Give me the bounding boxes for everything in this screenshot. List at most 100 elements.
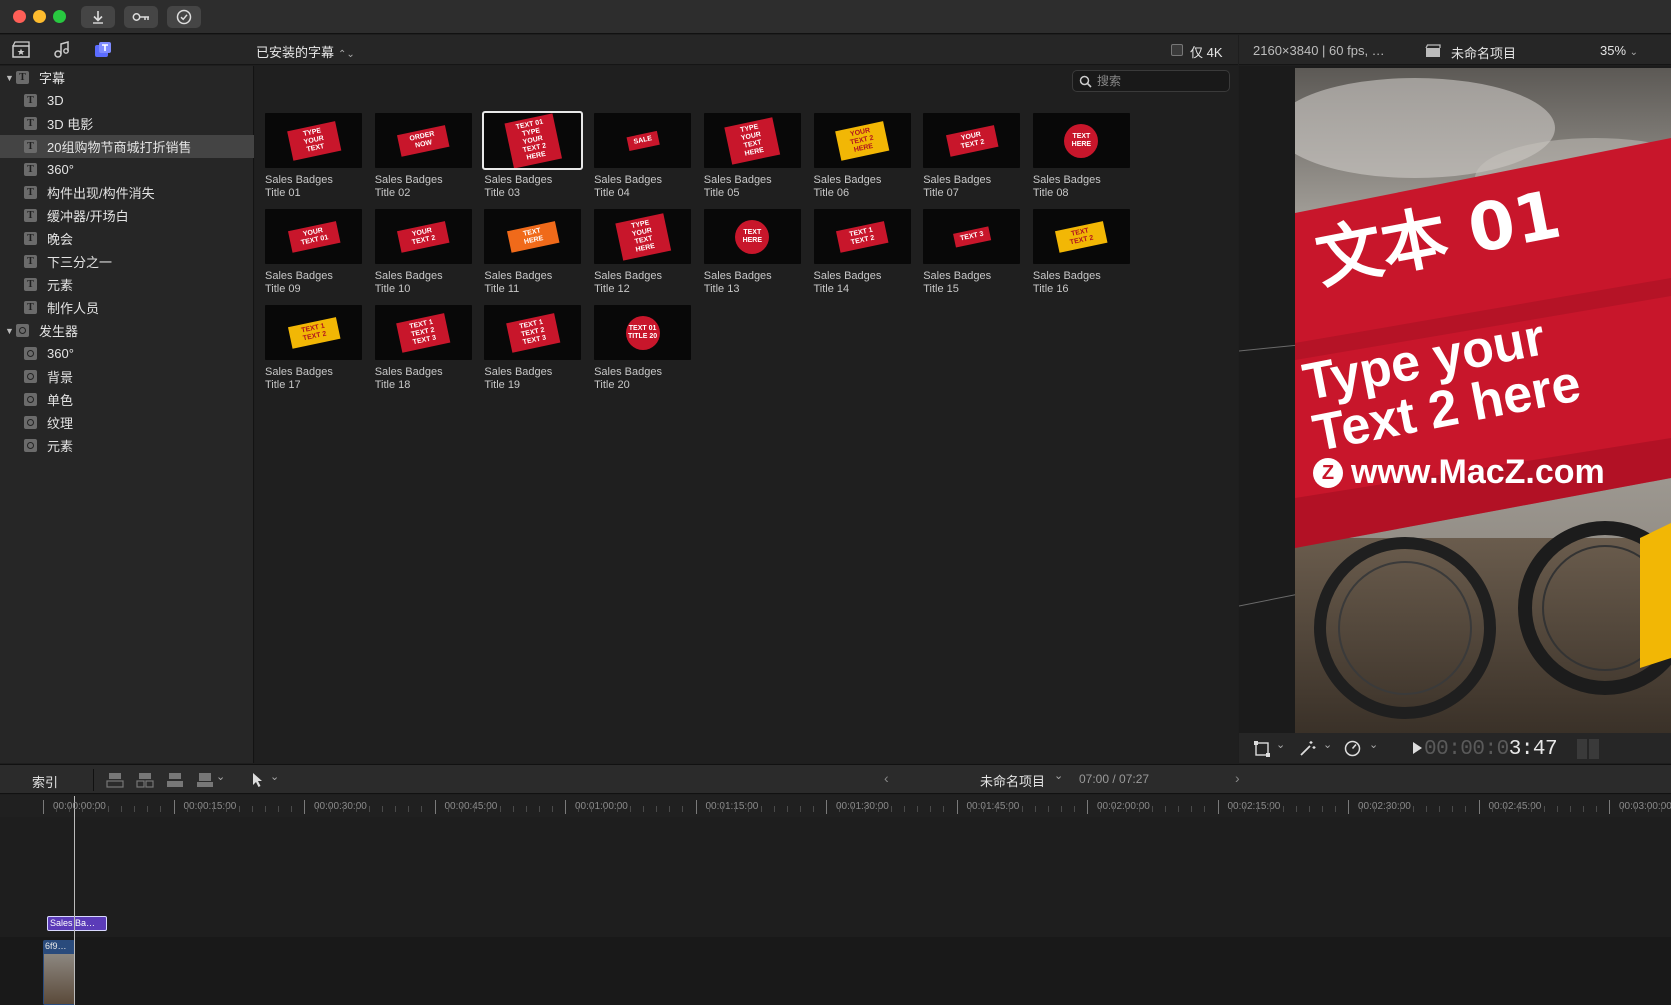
timecode-display[interactable]: 00:00:03:47 [1424,738,1558,761]
ruler-minor-tick [1334,806,1336,812]
sidebar-item-label: 360° [47,162,74,177]
search-field[interactable] [1072,70,1230,92]
select-tool-icon[interactable] [252,772,264,788]
libraries-tab[interactable] [9,40,33,60]
ruler-major-tick [304,800,305,814]
audio-meter [1589,739,1599,759]
ruler-minor-tick [186,806,188,812]
title-tile[interactable]: TEXT 1 TEXT 2 TEXT 3 Sales Badges Title 1… [374,305,473,395]
sidebar-item[interactable]: T 3D 电影 [0,112,254,135]
sidebar-item[interactable]: 360° [0,342,254,365]
keywords-button[interactable] [124,6,158,28]
playhead[interactable] [74,796,75,1005]
ruler-minor-tick [852,806,854,812]
sidebar-section-1[interactable]: ▼ 发生器 [0,319,254,342]
title-icon: T [24,163,37,176]
title-tile[interactable]: TYPE YOUR TEXT HERE Sales Badges Title 12 [594,209,692,299]
ruler-minor-tick [656,806,658,812]
ruler-major-tick [1478,800,1480,814]
sidebar-item[interactable]: T 360° [0,158,254,181]
history-back-icon[interactable]: ‹ [884,770,889,786]
ruler-minor-tick [1321,806,1323,812]
library-title[interactable]: 已安装的字幕 ⌃⌄ [256,42,355,61]
sidebar-item[interactable]: 元素 [0,434,254,457]
sidebar-item[interactable]: T 元素 [0,273,254,296]
title-tile[interactable]: YOUR TEXT 01 Sales Badges Title 09 [265,209,363,299]
sidebar-item[interactable]: T 下三分之一 [0,250,254,273]
ruler-minor-tick [343,806,345,812]
minimize-window-button[interactable] [33,10,46,23]
title-tile[interactable]: TYPE YOUR TEXT HERE Sales Badges Title 05 [703,113,802,203]
title-tile[interactable]: TEXT HERE Sales Badges Title 08 [1032,113,1131,203]
title-tile[interactable]: TEXT 1 TEXT 2 Sales Badges Title 14 [813,209,912,299]
video-clip-label: 6f9… [45,941,67,951]
title-tile[interactable]: TEXT 01 TYPE YOUR TEXT 2 HERE Sales Badge… [482,111,584,203]
badge-preview: TEXT TEXT 2 [1055,220,1108,253]
generator-icon [24,370,37,383]
sidebar-item[interactable]: T 3D [0,89,254,112]
sidebar-item[interactable]: T 构件出现/构件消失 [0,181,254,204]
chevron-down-icon[interactable]: ⌄ [1369,738,1378,751]
magic-wand-icon[interactable] [1299,740,1316,757]
timeline-index-button[interactable]: 索引 [32,772,58,791]
sidebar-item[interactable]: T 制作人员 [0,296,254,319]
viewer-canvas[interactable]: 文本 01 Type your Text 2 here Z www.MacZ.c… [1295,68,1671,733]
sidebar-item[interactable]: T 缓冲器/开场白 [0,204,254,227]
generator-icon [16,324,29,337]
sidebar-item[interactable]: 纹理 [0,411,254,434]
history-forward-icon[interactable]: › [1235,770,1240,786]
title-tile[interactable]: ORDER NOW Sales Badges Title 02 [374,113,473,203]
timeline-project-menu[interactable]: 未命名项目 [980,771,1045,790]
sidebar-item[interactable]: 单色 [0,388,254,411]
import-button[interactable] [81,6,115,28]
titles-generators-tab[interactable] [91,40,115,60]
sidebar-item[interactable]: 背景 [0,365,254,388]
search-input[interactable] [1097,73,1225,89]
chevron-down-icon[interactable]: ⌄ [270,770,279,783]
chevron-down-icon[interactable]: ⌄ [1054,769,1063,782]
chevron-down-icon[interactable]: ⌄ [1276,738,1285,751]
title-tile[interactable]: TEXT 01 TITLE 20 Sales Badges Title 20 [594,305,692,395]
viewer-zoom-menu[interactable]: 35% ⌄ [1600,43,1638,58]
speed-gauge-icon[interactable] [1344,740,1361,757]
play-icon[interactable] [1412,742,1423,754]
title-clip[interactable]: Sales Ba… [47,916,107,931]
sidebar-item-label: 制作人员 [47,301,100,316]
title-tile[interactable]: TEXT TEXT 2 Sales Badges Title 16 [1032,209,1131,299]
sidebar-item[interactable]: T 20组购物节商城打折销售 [0,135,254,158]
ruler-minor-tick [499,806,501,812]
append-clip-icon[interactable] [166,772,184,788]
sidebar-section-0[interactable]: ▼ T 字幕 [0,66,254,89]
chevron-down-icon[interactable]: ⌄ [1323,738,1332,751]
title-tile[interactable]: TEXT HERE Sales Badges Title 11 [484,209,582,299]
title-tile[interactable]: YOUR TEXT 2 HERE Sales Badges Title 06 [813,113,912,203]
badge-preview: YOUR TEXT 2 HERE [835,120,889,161]
sidebar-item[interactable]: T 晚会 [0,227,254,250]
ruler-minor-tick [1387,806,1389,812]
title-tile[interactable]: YOUR TEXT 2 Sales Badges Title 07 [923,113,1021,203]
disclosure-triangle-icon[interactable]: ▼ [5,326,14,336]
video-clip[interactable]: 6f9… [43,940,75,1005]
title-tile[interactable]: SALE Sales Badges Title 04 [594,113,692,203]
title-tile[interactable]: TEXT 1 TEXT 2 Sales Badges Title 17 [265,305,363,395]
ruler-minor-tick [525,806,527,812]
title-tile[interactable]: TYPE YOUR TEXT Sales Badges Title 01 [265,113,363,203]
disclosure-triangle-icon[interactable]: ▼ [5,73,14,83]
photos-audio-tab[interactable] [50,40,74,60]
transform-icon[interactable] [1254,741,1270,757]
chevron-down-icon[interactable]: ⌄ [216,770,225,783]
title-tile[interactable]: YOUR TEXT 2 Sales Badges Title 10 [374,209,473,299]
only-4k-checkbox[interactable] [1171,44,1183,56]
insert-clip-icon[interactable] [136,772,154,788]
title-tile-label: Sales Badges Title 05 [703,174,772,199]
title-tile[interactable]: TEXT 1 TEXT 2 TEXT 3 Sales Badges Title 1… [484,305,582,395]
zoom-window-button[interactable] [53,10,66,23]
overwrite-clip-icon[interactable] [196,772,214,788]
title-tile[interactable]: TEXT 3 Sales Badges Title 15 [923,209,1021,299]
connect-clip-icon[interactable] [106,772,124,788]
background-tasks-button[interactable] [167,6,201,28]
timeline-primary-storyline[interactable] [0,937,1671,1005]
badge-preview: SALE [626,130,660,151]
title-tile[interactable]: TEXT HERE Sales Badges Title 13 [703,209,802,299]
close-window-button[interactable] [13,10,26,23]
